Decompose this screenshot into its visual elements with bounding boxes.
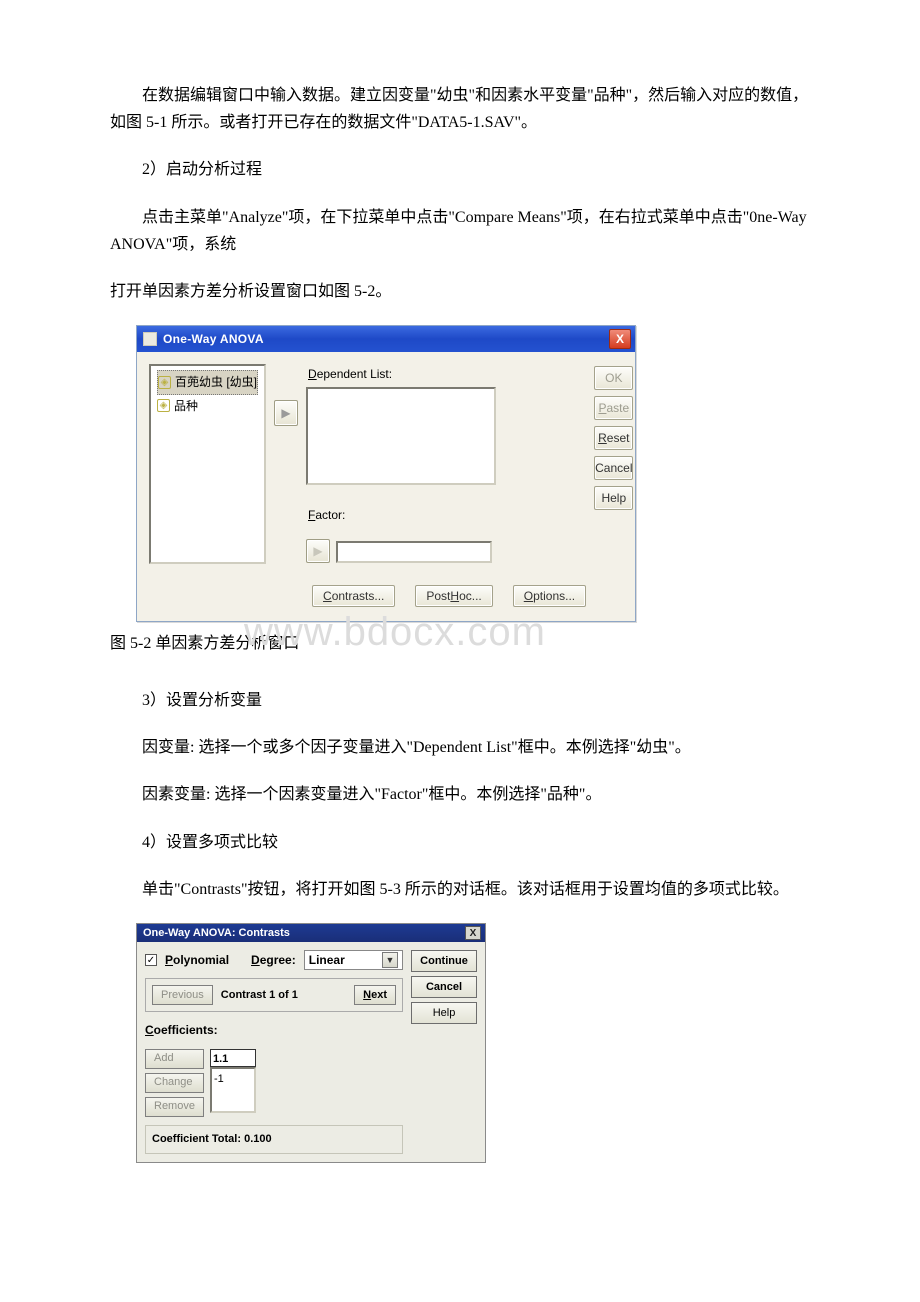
variable-item[interactable]: ◈ 品种 [157, 395, 258, 417]
continue-button[interactable]: Continue [411, 950, 477, 972]
contrast-counter: Contrast 1 of 1 [221, 986, 298, 1005]
move-to-dependent-button[interactable]: ▶ [274, 400, 298, 426]
change-button[interactable]: Change [145, 1073, 204, 1093]
paragraph: 打开单因素方差分析设置窗口如图 5-2。 [110, 278, 810, 305]
paste-button[interactable]: Paste [594, 396, 633, 420]
dependent-list-box[interactable] [306, 387, 496, 485]
variable-label: 百蔸幼虫 [幼虫] [175, 372, 257, 392]
degree-dropdown[interactable]: Linear ▼ [304, 950, 403, 970]
help-button[interactable]: Help [594, 486, 633, 510]
polynomial-checkbox[interactable]: ✓ [145, 954, 157, 966]
post-hoc-button[interactable]: Post Hoc... [415, 585, 492, 607]
dialog-title: One-Way ANOVA: Contrasts [143, 924, 290, 943]
variable-list[interactable]: ◈ 百蔸幼虫 [幼虫] ◈ 品种 [149, 364, 266, 564]
paragraph: 在数据编辑窗口中输入数据。建立因变量"幼虫"和因素水平变量"品种"，然后输入对应… [110, 82, 810, 136]
cancel-button[interactable]: Cancel [594, 456, 633, 480]
coefficient-input[interactable]: 1.1 [210, 1049, 256, 1067]
section-heading: 3）设置分析变量 [110, 687, 810, 714]
contrast-nav-panel: Previous Contrast 1 of 1 Next [145, 978, 403, 1012]
factor-field[interactable] [336, 541, 492, 563]
variable-icon: ◈ [157, 399, 170, 412]
section-heading: 4）设置多项式比较 [110, 829, 810, 856]
add-button[interactable]: Add [145, 1049, 204, 1069]
dialog-titlebar: One-Way ANOVA X [137, 326, 635, 352]
close-button[interactable]: X [609, 329, 631, 349]
contrasts-dialog: One-Way ANOVA: Contrasts X ✓ Polynomial … [136, 923, 486, 1162]
dependent-list-label: Dependent List: [308, 364, 586, 384]
remove-button[interactable]: Remove [145, 1097, 204, 1117]
dialog-title: One-Way ANOVA [163, 329, 609, 349]
variable-label: 品种 [174, 396, 198, 416]
previous-button[interactable]: Previous [152, 985, 213, 1005]
paragraph: 点击主菜单"Analyze"项，在下拉菜单中点击"Compare Means"项… [110, 204, 810, 258]
degree-label: Degree: [251, 950, 296, 970]
reset-button[interactable]: Reset [594, 426, 633, 450]
paragraph: 单击"Contrasts"按钮，将打开如图 5-3 所示的对话框。该对话框用于设… [110, 876, 810, 903]
move-to-factor-button[interactable]: ▶ [306, 539, 330, 563]
options-button[interactable]: Options... [513, 585, 586, 607]
ok-button[interactable]: OK [594, 366, 633, 390]
figure-caption: 图 5-2 单因素方差分析窗口 [110, 630, 810, 657]
dialog-titlebar: One-Way ANOVA: Contrasts X [137, 924, 485, 942]
cancel-button[interactable]: Cancel [411, 976, 477, 998]
help-button[interactable]: Help [411, 1002, 477, 1024]
one-way-anova-dialog: One-Way ANOVA X ◈ 百蔸幼虫 [幼虫] ◈ 品种 ▶ Depen… [136, 325, 636, 622]
variable-item-selected[interactable]: ◈ 百蔸幼虫 [幼虫] [157, 370, 258, 394]
factor-label: Factor: [308, 505, 586, 525]
paragraph: 因素变量: 选择一个因素变量进入"Factor"框中。本例选择"品种"。 [110, 781, 810, 808]
close-button[interactable]: X [465, 926, 481, 940]
paragraph: 因变量: 选择一个或多个因子变量进入"Dependent List"框中。本例选… [110, 734, 810, 761]
coefficients-label: Coefficients: [145, 1020, 403, 1040]
dialog-icon [143, 332, 157, 346]
section-heading: 2）启动分析过程 [110, 156, 810, 183]
coefficient-list[interactable]: -1 [210, 1067, 256, 1113]
degree-value: Linear [309, 950, 345, 970]
next-button[interactable]: Next [354, 985, 396, 1005]
chevron-down-icon: ▼ [382, 952, 398, 968]
variable-icon: ◈ [158, 376, 171, 389]
contrasts-button[interactable]: Contrasts... [312, 585, 395, 607]
coefficient-total: Coefficient Total: 0.100 [145, 1125, 403, 1154]
polynomial-label: Polynomial [165, 950, 229, 970]
